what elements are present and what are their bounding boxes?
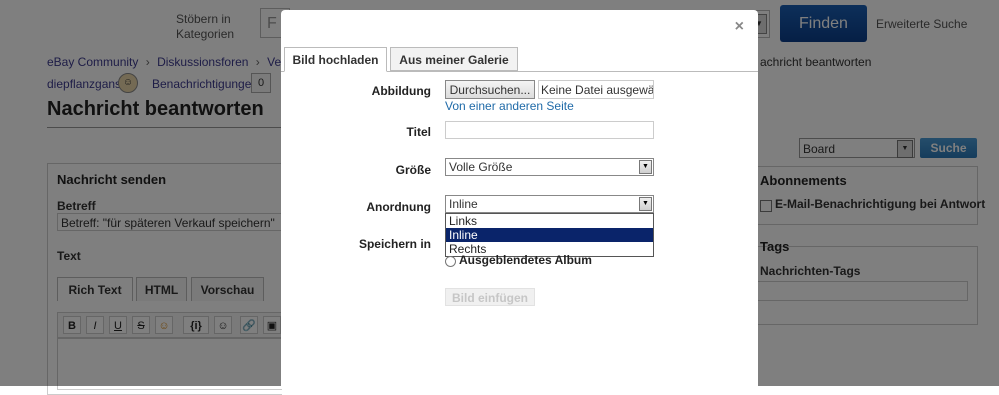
size-select[interactable]: Volle Größe ▼ [445,158,654,176]
align-label: Anordnung [366,200,431,214]
chevron-down-icon: ▼ [639,160,652,174]
save-in-label: Speichern in [358,237,431,251]
close-icon[interactable]: × [735,18,744,36]
align-select-value: Inline [449,197,478,211]
tab-upload-image[interactable]: Bild hochladen [284,47,387,72]
browse-file-button[interactable]: Durchsuchen... [445,80,535,99]
image-title-input[interactable] [445,121,654,139]
selected-file-name: Keine Datei ausgewählt. [538,80,654,99]
hidden-album-radio[interactable] [445,256,456,267]
chevron-down-icon: ▼ [639,197,652,211]
image-label: Abbildung [371,84,431,98]
align-dropdown-list: Links Inline Rechts [445,213,654,257]
align-select[interactable]: Inline ▼ [445,195,654,213]
insert-image-button[interactable]: Bild einfügen [445,288,535,306]
tab-my-gallery[interactable]: Aus meiner Galerie [390,47,518,71]
title-label: Titel [406,125,431,139]
align-option-inline[interactable]: Inline [446,228,653,242]
insert-image-dialog: × Bild hochladen Aus meiner Galerie Abbi… [281,10,758,386]
size-label: Größe [395,163,431,177]
dialog-tabs: Bild hochladen Aus meiner Galerie [281,47,758,72]
size-select-value: Volle Größe [449,160,513,174]
align-option-left[interactable]: Links [446,214,653,228]
hidden-album-label: Ausgeblendetes Album [459,253,592,267]
other-page-link[interactable]: Von einer anderen Seite [445,99,574,113]
